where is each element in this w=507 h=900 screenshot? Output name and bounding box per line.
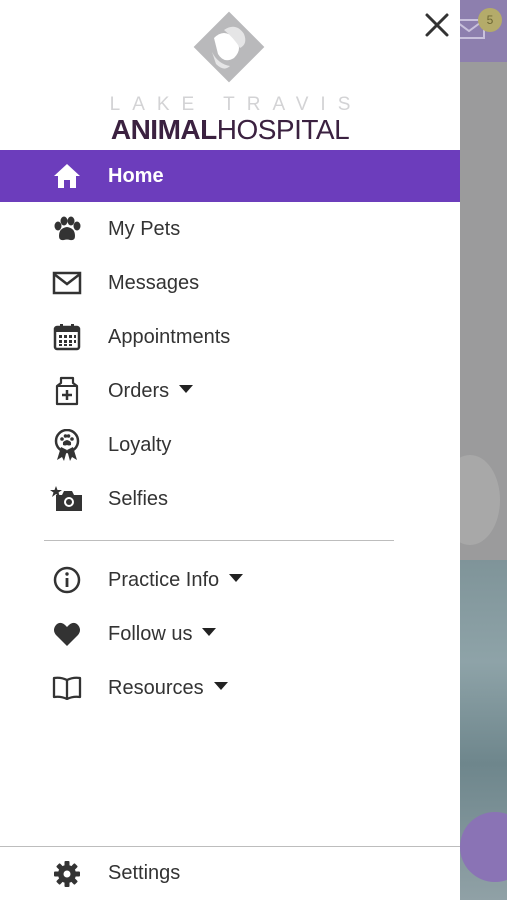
- menu-item-label: My Pets: [108, 217, 181, 240]
- menu-item-label: Appointments: [108, 325, 231, 348]
- home-icon: [50, 159, 84, 193]
- chevron-down-icon: [229, 574, 244, 583]
- menu-item-label: Home: [108, 164, 164, 187]
- menu-item-label: Selfies: [108, 487, 169, 510]
- menu-item-loyalty[interactable]: Loyalty: [0, 418, 460, 472]
- menu-item-orders[interactable]: Orders: [0, 364, 460, 418]
- menu-divider: [44, 540, 394, 541]
- gear-icon: [50, 857, 84, 891]
- logo-mark-icon: [193, 11, 265, 83]
- orders-label: Orders: [108, 379, 170, 402]
- follow-us-label: Follow us: [108, 622, 193, 645]
- menu-item-label: Resources: [108, 677, 228, 700]
- calendar-icon: [50, 320, 84, 354]
- camera-star-icon: [50, 482, 84, 516]
- navigation-drawer: LAKE TRAVIS ANIMALHOSPITAL Home My Pets: [0, 0, 460, 900]
- chevron-down-icon: [202, 628, 217, 637]
- info-icon: [50, 563, 84, 597]
- close-button[interactable]: [420, 8, 454, 42]
- menu-item-settings[interactable]: Settings: [0, 847, 460, 900]
- hospital-logo: LAKE TRAVIS ANIMALHOSPITAL: [90, 8, 370, 146]
- ribbon-paw-icon: [50, 428, 84, 462]
- secondary-menu: Practice Info Follow us Resources: [0, 553, 460, 715]
- paw-icon: [50, 212, 84, 246]
- practice-info-label: Practice Info: [108, 568, 220, 591]
- envelope-icon: [50, 266, 84, 300]
- resources-label: Resources: [108, 676, 204, 699]
- menu-item-my-pets[interactable]: My Pets: [0, 202, 460, 256]
- logo-text-hospital: HOSPITAL: [216, 114, 350, 145]
- menu-item-follow-us[interactable]: Follow us: [0, 607, 460, 661]
- menu-item-label: Follow us: [108, 622, 217, 646]
- logo-text-animal: ANIMAL: [110, 114, 217, 145]
- settings-label: Settings: [108, 862, 181, 884]
- heart-icon: [50, 617, 84, 651]
- chevron-down-icon: [179, 385, 194, 394]
- chevron-down-icon: [213, 682, 228, 691]
- menu-item-selfies[interactable]: Selfies: [0, 472, 460, 526]
- menu-item-practice-info[interactable]: Practice Info: [0, 553, 460, 607]
- menu-item-home[interactable]: Home: [0, 150, 460, 202]
- medicine-bag-icon: [50, 374, 84, 408]
- background-app: 5: [460, 0, 507, 900]
- menu-item-messages[interactable]: Messages: [0, 256, 460, 310]
- logo-text-lake-travis: LAKE TRAVIS: [109, 94, 363, 115]
- menu-item-label: Orders: [108, 379, 194, 403]
- mail-badge: 5: [478, 8, 502, 32]
- menu-item-label: Practice Info: [108, 568, 244, 592]
- menu-item-label: Loyalty: [108, 433, 172, 456]
- menu-item-resources[interactable]: Resources: [0, 661, 460, 715]
- logo-text-animal-hospital: ANIMALHOSPITAL: [90, 114, 370, 146]
- menu-item-label: Messages: [108, 271, 200, 294]
- menu-item-appointments[interactable]: Appointments: [0, 310, 460, 364]
- close-icon: [425, 13, 449, 37]
- book-icon: [50, 671, 84, 705]
- main-menu: Home My Pets Messages Appointments Order…: [0, 150, 460, 526]
